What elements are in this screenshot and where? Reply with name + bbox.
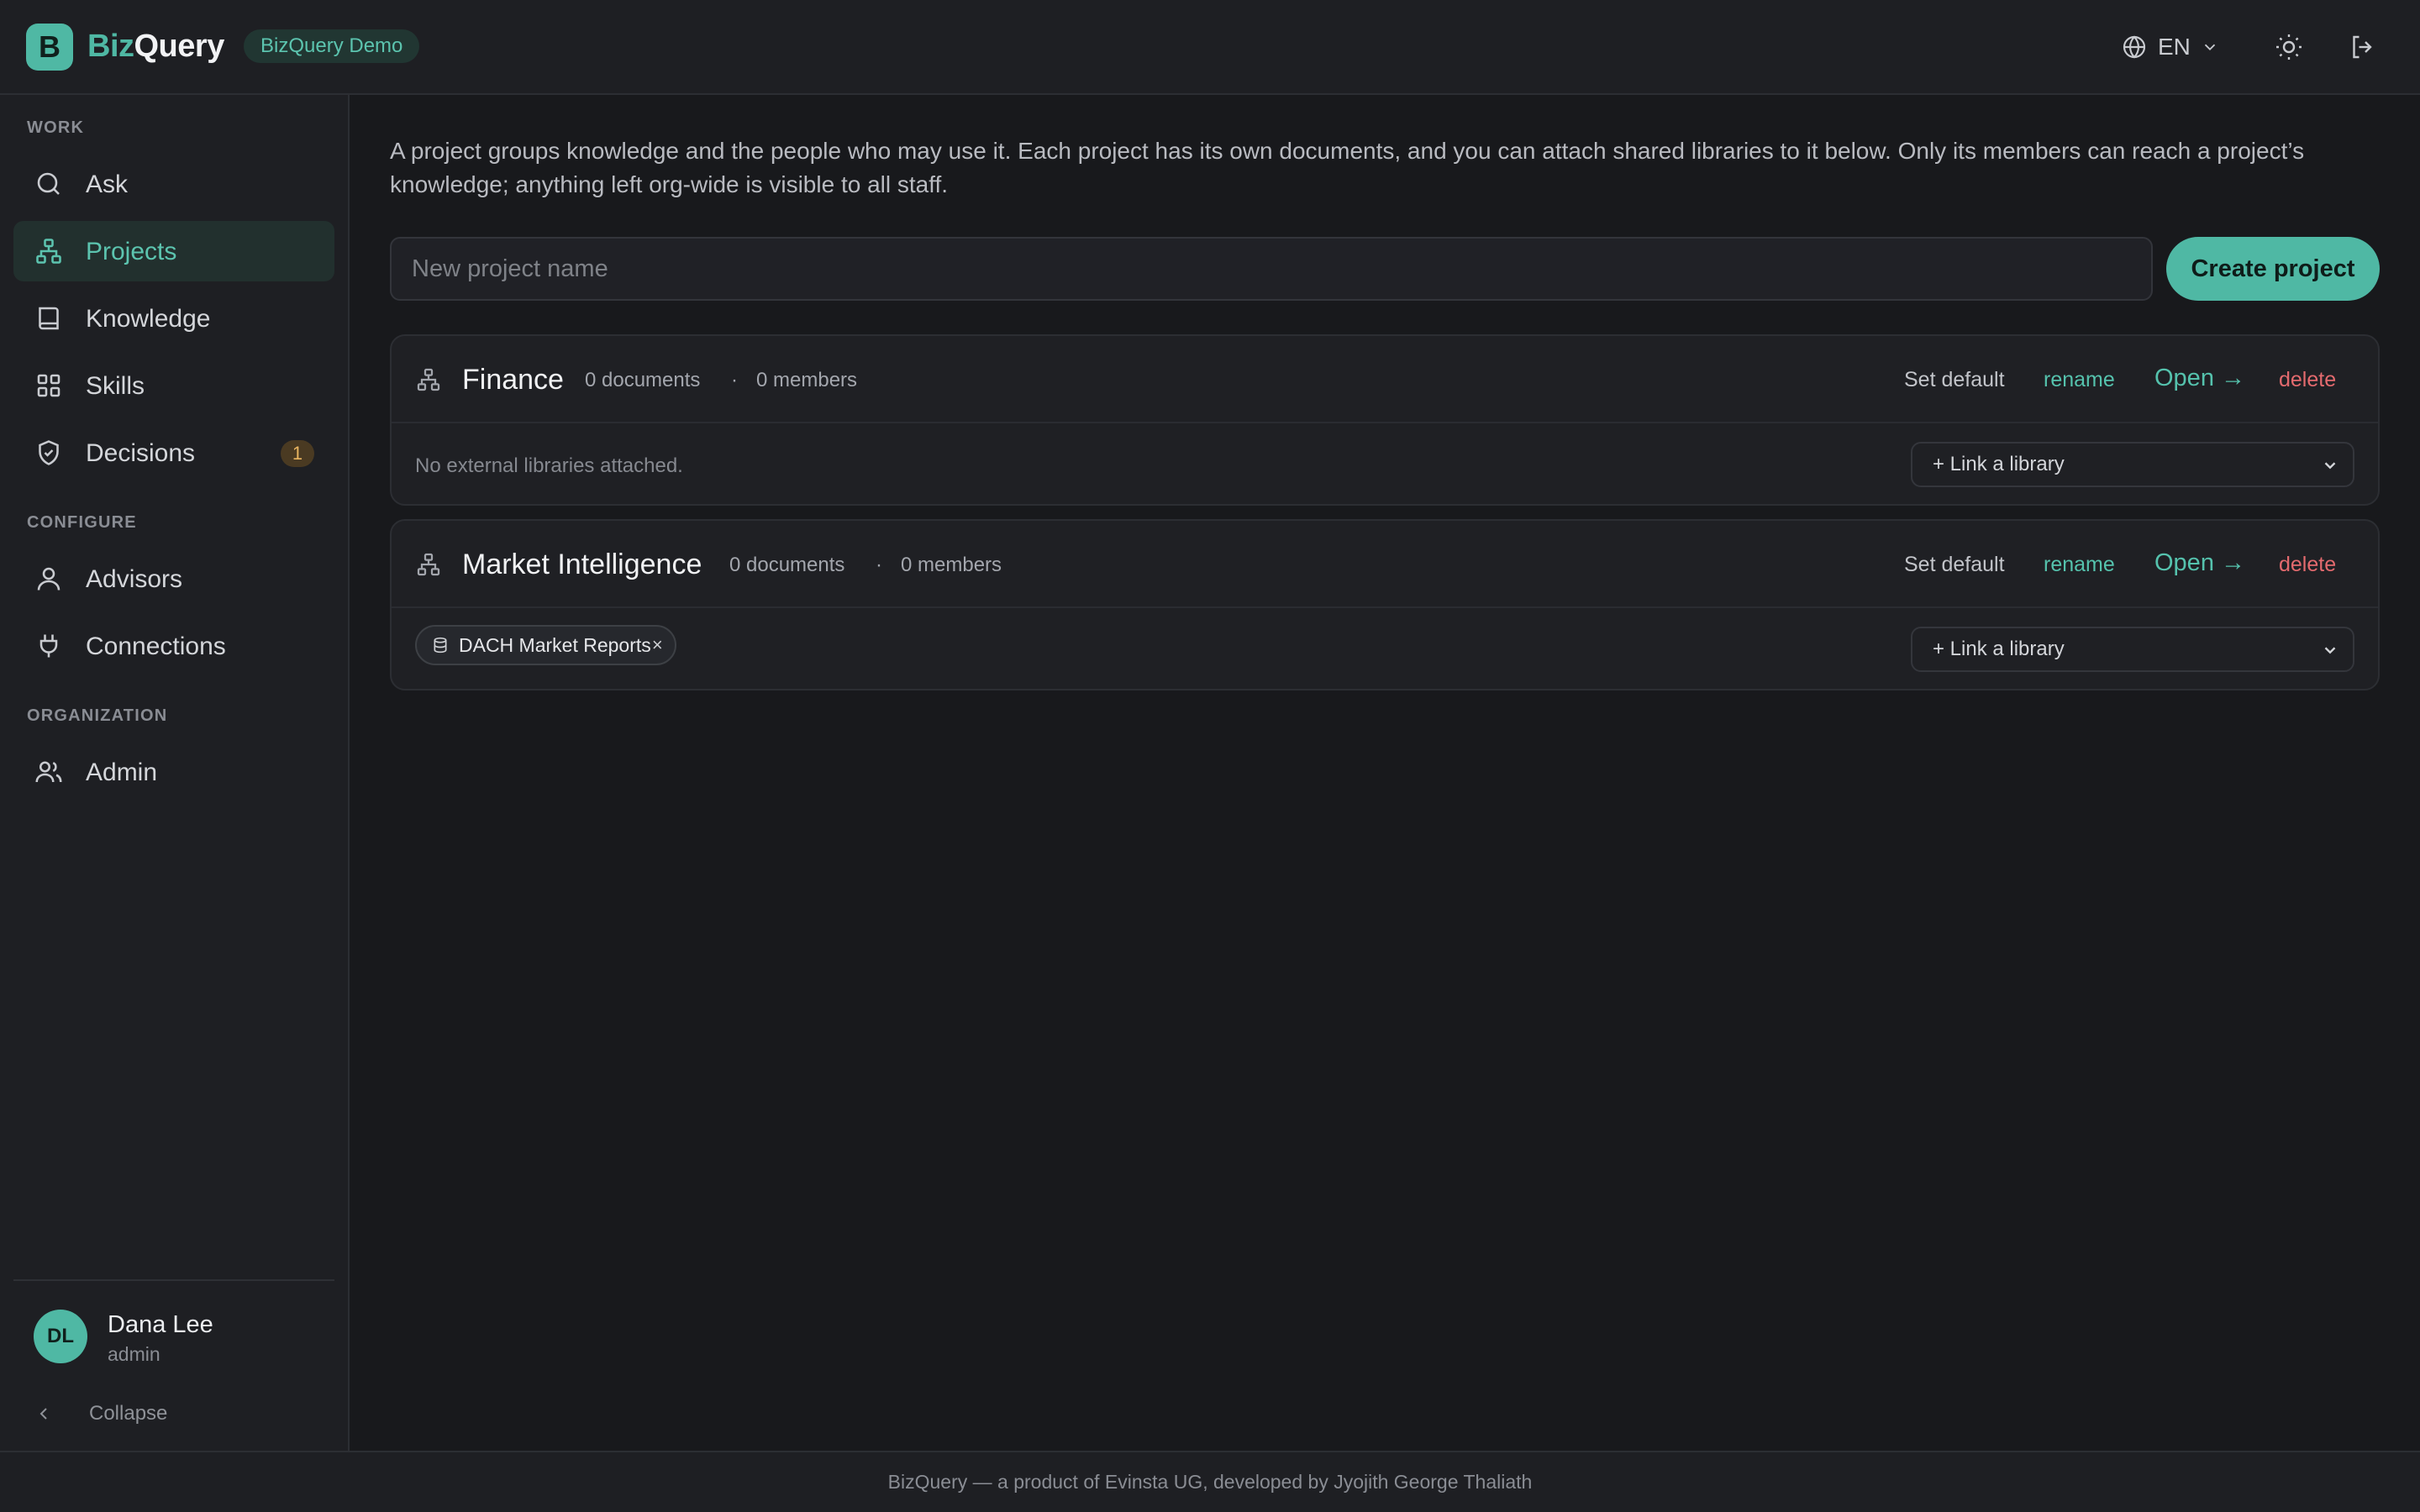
section-label-configure: CONFIGURE [27, 513, 137, 532]
language-selector[interactable]: EN [2121, 29, 2219, 66]
rename-button[interactable]: rename [2044, 366, 2115, 393]
footer: BizQuery — a product of Evinsta UG, deve… [0, 1451, 2420, 1512]
library-chip: DACH Market Reports × [415, 625, 676, 665]
sidebar-item-label: Ask [86, 171, 129, 198]
decisions-count-badge: 1 [281, 440, 314, 467]
member-count: 0 members [901, 554, 1002, 576]
sidebar-item-label: Decisions [86, 439, 196, 467]
logout-button[interactable] [2344, 29, 2381, 66]
set-default-button[interactable]: Set default [1904, 551, 2005, 578]
sidebar-item-decisions[interactable]: Decisions 1 [13, 423, 334, 483]
grid-icon [34, 370, 64, 401]
search-icon [34, 169, 64, 199]
remove-library-button[interactable]: × [652, 627, 663, 664]
chevron-left-icon [34, 1404, 54, 1424]
theme-toggle-button[interactable] [2270, 29, 2307, 66]
logo-icon[interactable]: B [26, 24, 73, 71]
top-bar: B BizQuery BizQuery Demo EN [0, 0, 2420, 95]
brand-name-part2: Query [134, 29, 225, 64]
sidebar: WORK Ask Projects Knowledge Skills Decis… [0, 95, 350, 1451]
project-name: Market Intelligence [462, 549, 702, 580]
delete-project-button[interactable]: delete [2279, 551, 2336, 578]
set-default-button[interactable]: Set default [1904, 366, 2005, 393]
section-label-work: WORK [27, 118, 85, 137]
avatar[interactable]: DL [34, 1310, 87, 1363]
collapse-label: Collapse [89, 1402, 168, 1425]
chevron-down-icon [2321, 641, 2339, 659]
library-chip-label: DACH Market Reports [459, 634, 651, 656]
member-count: 0 members [756, 369, 858, 391]
plug-icon [34, 631, 64, 661]
brand-name[interactable]: BizQuery [87, 25, 224, 67]
meta-separator: · [731, 369, 738, 391]
language-label: EN [2158, 34, 2191, 60]
collapse-sidebar-button[interactable]: Collapse [34, 1397, 167, 1431]
sidebar-item-connections[interactable]: Connections [13, 616, 334, 676]
project-name: Finance [462, 364, 564, 396]
open-project-button[interactable]: Open → [2154, 549, 2245, 576]
book-icon [34, 303, 64, 333]
sidebar-item-label: Connections [86, 633, 226, 660]
projects-icon [415, 551, 442, 578]
sidebar-item-label: Projects [86, 238, 177, 265]
sidebar-divider [13, 1279, 334, 1281]
sidebar-item-admin[interactable]: Admin [13, 742, 334, 802]
project-card-market-intelligence: Market Intelligence 0 documents · 0 memb… [390, 519, 2380, 690]
user-name: Dana Lee [108, 1311, 213, 1338]
project-card-header: Market Intelligence 0 documents · 0 memb… [392, 521, 2378, 608]
create-project-button[interactable]: Create project [2166, 237, 2380, 301]
user-role: admin [108, 1343, 160, 1365]
link-library-label: + Link a library [1933, 453, 2065, 475]
project-card-finance: Finance 0 documents · 0 members Set defa… [390, 334, 2380, 506]
projects-icon [415, 366, 442, 393]
link-library-label: + Link a library [1933, 638, 2065, 660]
new-project-name-input[interactable] [390, 237, 2153, 301]
chevron-down-icon [2321, 456, 2339, 475]
link-library-select[interactable]: + Link a library [1911, 627, 2354, 672]
globe-icon [2121, 34, 2148, 60]
sidebar-item-ask[interactable]: Ask [13, 154, 334, 214]
sidebar-item-label: Skills [86, 372, 145, 400]
document-count: 0 documents [585, 369, 701, 391]
document-count: 0 documents [729, 554, 845, 576]
chevron-down-icon [2201, 38, 2219, 56]
projects-icon [34, 236, 64, 266]
sidebar-item-projects[interactable]: Projects [13, 221, 334, 281]
sidebar-item-label: Knowledge [86, 305, 211, 333]
no-libraries-text: No external libraries attached. [415, 454, 683, 477]
logout-icon [2348, 32, 2378, 62]
sun-icon [2274, 32, 2304, 62]
brand-name-part1: Biz [87, 29, 134, 64]
workspace-badge: BizQuery Demo [244, 29, 420, 63]
users-icon [34, 757, 64, 787]
rename-button[interactable]: rename [2044, 551, 2115, 578]
meta-separator: · [876, 554, 882, 576]
link-library-select[interactable]: + Link a library [1911, 442, 2354, 487]
sidebar-item-label: Admin [86, 759, 158, 786]
database-icon [432, 637, 449, 654]
sidebar-item-label: Advisors [86, 565, 183, 593]
project-card-header: Finance 0 documents · 0 members Set defa… [392, 336, 2378, 423]
sidebar-item-knowledge[interactable]: Knowledge [13, 288, 334, 349]
section-label-organization: ORGANIZATION [27, 706, 168, 725]
sidebar-item-skills[interactable]: Skills [13, 355, 334, 416]
shield-check-icon [34, 438, 64, 468]
user-icon [34, 564, 64, 594]
open-project-button[interactable]: Open → [2154, 365, 2245, 391]
sidebar-item-advisors[interactable]: Advisors [13, 549, 334, 609]
page-description: A project groups knowledge and the peopl… [390, 138, 2305, 197]
app-root: B BizQuery BizQuery Demo EN WORK Ask Pro… [0, 0, 2420, 1512]
delete-project-button[interactable]: delete [2279, 366, 2336, 393]
